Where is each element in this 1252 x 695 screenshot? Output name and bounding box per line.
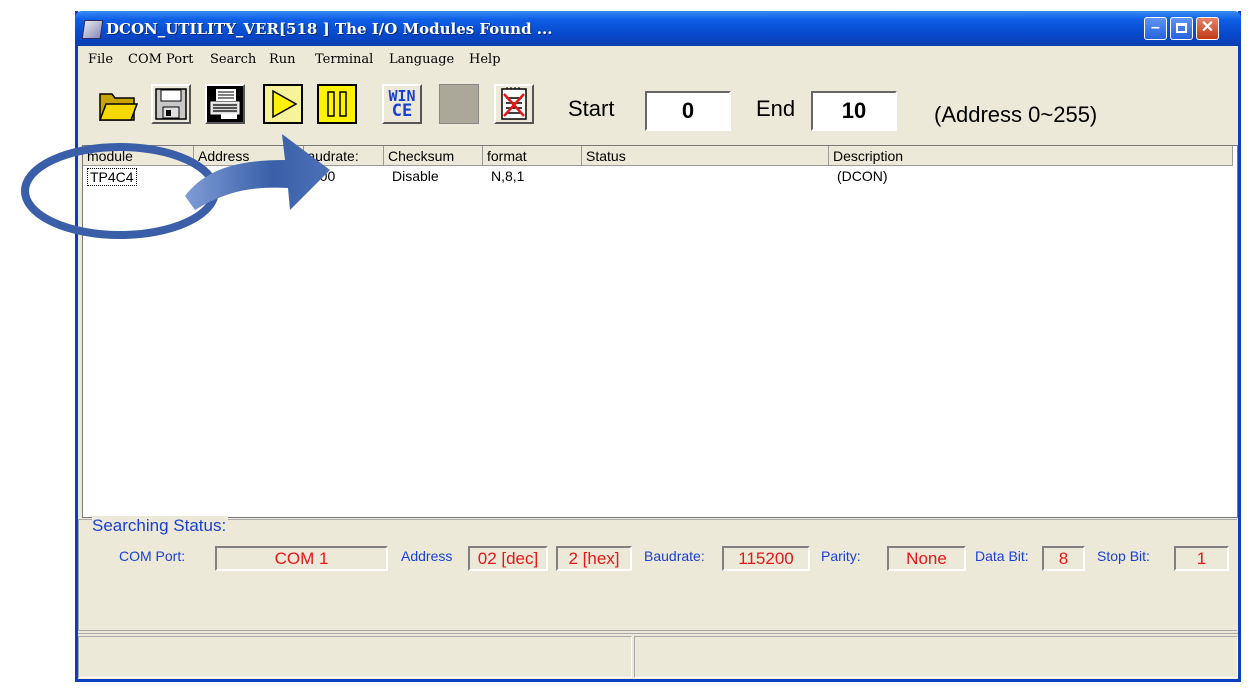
end-address-input[interactable]: 10 [811, 91, 897, 131]
menu-bar: File COM Port Search Run Terminal Langua… [78, 46, 1238, 72]
data-bit-label: Data Bit: [975, 548, 1029, 564]
open-folder-icon[interactable] [98, 84, 139, 124]
cell-baudrate: ...00 [308, 168, 336, 184]
column-header-status[interactable]: Status [582, 146, 829, 166]
cell-format: N,8,1 [491, 168, 525, 184]
stop-bit-value: 1 [1174, 546, 1229, 571]
module-list[interactable]: module Address Baudrate: Checksum format… [82, 145, 1238, 518]
column-header-format[interactable]: format [483, 146, 582, 166]
wince-bottom-label: CE [391, 101, 413, 121]
start-address-input[interactable]: 0 [645, 91, 731, 131]
address-range-note: (Address 0~255) [934, 102, 1098, 127]
title-bar[interactable]: DCON_UTILITY_VER[518 ] The I/O Modules F… [75, 11, 1241, 46]
app-icon [81, 20, 104, 39]
cell-checksum: Disable [392, 168, 439, 184]
menu-language[interactable]: Language [389, 52, 454, 67]
start-label: Start [568, 96, 615, 121]
menu-search[interactable]: Search [210, 52, 256, 67]
address-hex-value: 2 [hex] [556, 546, 632, 571]
cell-description: (DCON) [837, 168, 888, 184]
parity-value: None [887, 546, 966, 571]
baudrate-value: 115200 [722, 546, 810, 571]
address-dec-value: 02 [dec] [468, 546, 548, 571]
menu-help[interactable]: Help [469, 52, 501, 67]
wince-icon[interactable]: WIN CE [382, 84, 422, 124]
cell-module[interactable]: TP4C4 [87, 168, 137, 186]
disabled-tool-button[interactable] [439, 84, 479, 124]
status-panel-left [78, 636, 632, 678]
pause-icon[interactable] [317, 84, 357, 124]
searching-status-group: Searching Status: COM Port: COM 1 Addres… [78, 516, 1237, 631]
save-disk-icon[interactable] [151, 84, 191, 124]
end-label: End [756, 96, 796, 121]
window-title: DCON_UTILITY_VER[518 ] The I/O Modules F… [106, 20, 553, 38]
parity-label: Parity: [821, 548, 861, 564]
column-header-address[interactable]: Address [194, 146, 304, 166]
menu-file[interactable]: File [88, 52, 113, 67]
baudrate-label: Baudrate: [644, 548, 705, 564]
app-window: DCON_UTILITY_VER[518 ] The I/O Modules F… [75, 11, 1241, 682]
com-port-value: COM 1 [215, 546, 388, 571]
stop-bit-label: Stop Bit: [1097, 548, 1150, 564]
com-port-label: COM Port: [119, 548, 186, 564]
minimize-button[interactable]: – [1144, 17, 1167, 40]
address-label: Address [401, 548, 453, 564]
menu-terminal[interactable]: Terminal [315, 52, 373, 67]
column-header-description[interactable]: Description [829, 146, 1233, 166]
terminal-clear-icon[interactable] [494, 84, 534, 124]
column-header-checksum[interactable]: Checksum [384, 146, 483, 166]
column-header-baudrate[interactable]: Baudrate: [304, 146, 384, 166]
status-bar [78, 633, 1238, 680]
toolbar: WIN CE Start 0 End 10 (Address 0~255) [78, 72, 1238, 144]
run-play-icon[interactable] [263, 84, 303, 124]
data-bit-value: 8 [1042, 546, 1085, 571]
print-icon[interactable] [205, 84, 245, 124]
close-button[interactable]: ✕ [1196, 17, 1219, 40]
column-header-module[interactable]: module [83, 146, 194, 166]
status-panel-right [634, 636, 1238, 678]
menu-run[interactable]: Run [269, 52, 296, 67]
searching-status-legend: Searching Status: [92, 516, 229, 536]
maximize-button[interactable] [1170, 17, 1193, 40]
menu-com-port[interactable]: COM Port [128, 52, 194, 67]
